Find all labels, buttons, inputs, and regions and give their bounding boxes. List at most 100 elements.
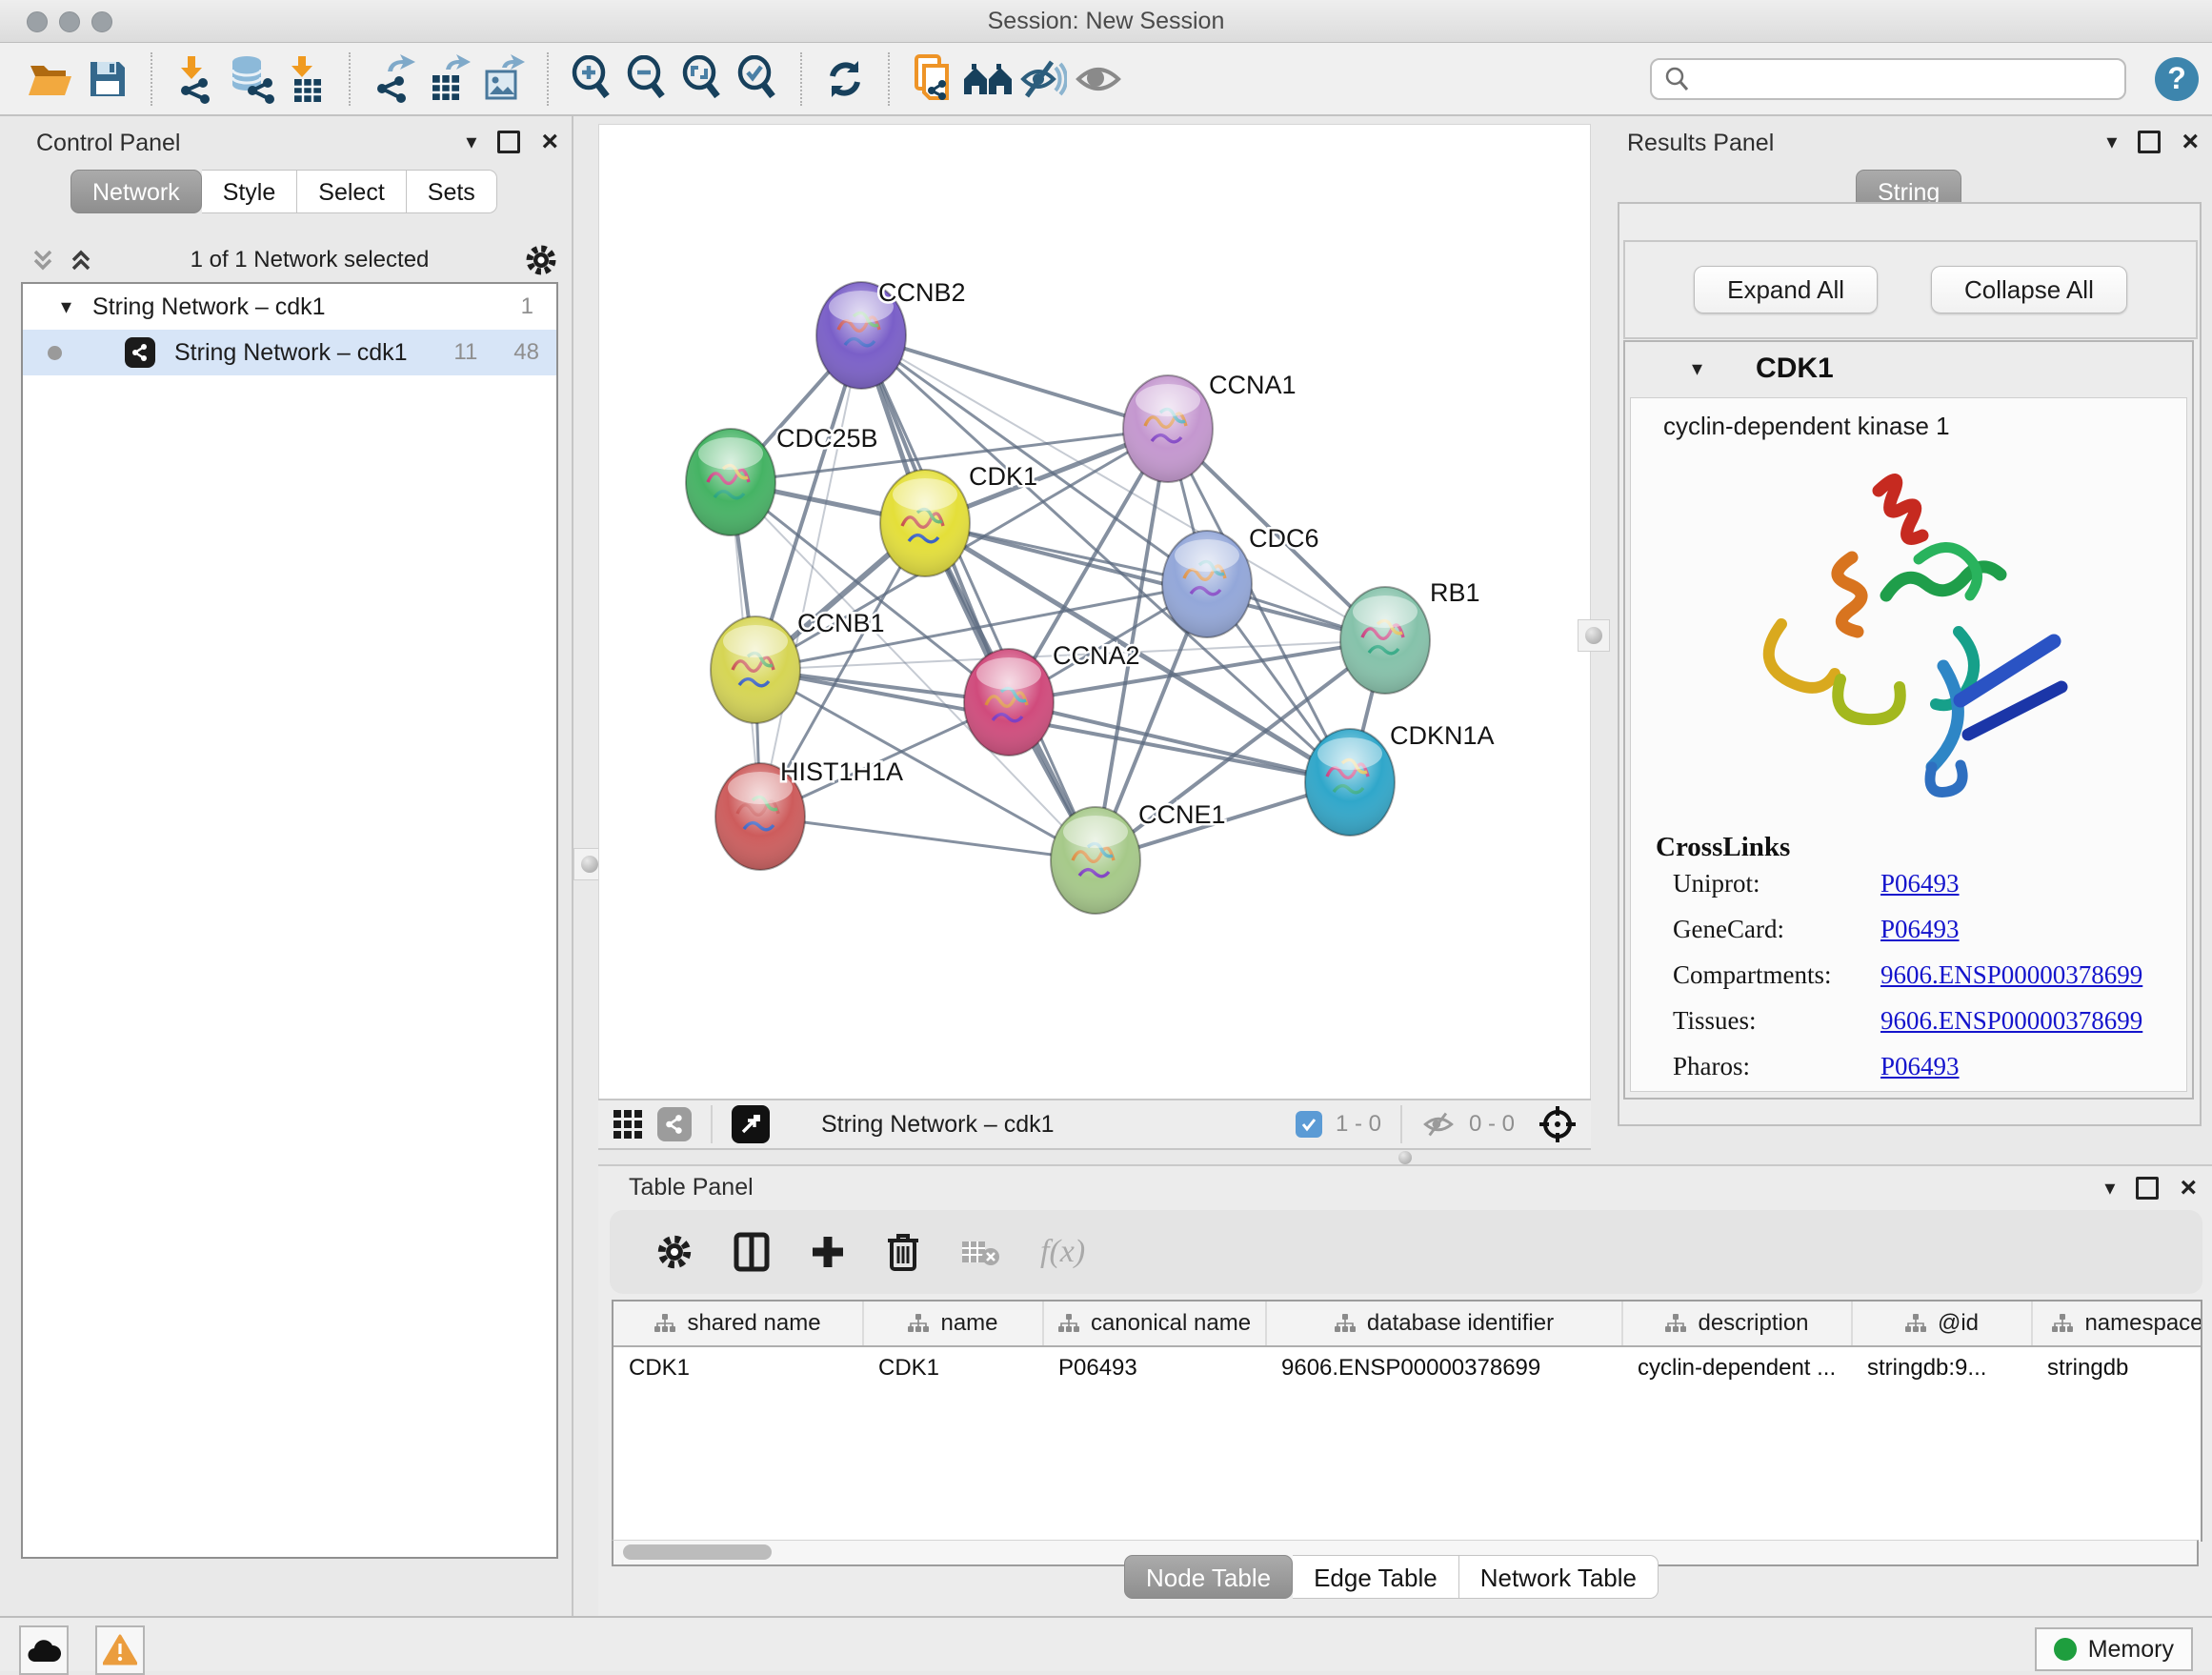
table-panel-close-button[interactable]: × [2180, 1180, 2197, 1197]
collapse-all-icon[interactable] [29, 246, 57, 274]
column-header-database-identifier[interactable]: database identifier [1266, 1302, 1622, 1346]
table-settings-gear-icon[interactable] [655, 1233, 694, 1271]
control-panel-maximize-button[interactable] [497, 131, 520, 153]
collapse-all-button[interactable]: Collapse All [1931, 266, 2127, 313]
node-CDC6[interactable] [1162, 531, 1252, 637]
edge-CCNB2-CCNA1[interactable] [861, 335, 1168, 429]
node-CCNE1[interactable] [1051, 807, 1140, 914]
hidden-eye-slash-icon[interactable] [1421, 1110, 1456, 1139]
add-column-plus-icon[interactable] [810, 1234, 846, 1270]
column-header-shared-name[interactable]: shared name [613, 1302, 863, 1346]
results-panel-float-button[interactable]: ▾ [2106, 130, 2117, 154]
network-options-gear-icon[interactable] [524, 243, 558, 277]
table-panel-float-button[interactable]: ▾ [2104, 1176, 2115, 1201]
warnings-button[interactable] [95, 1625, 145, 1675]
show-all-button[interactable] [1071, 51, 1126, 107]
table-hscrollbar-thumb[interactable] [623, 1544, 772, 1560]
edge-CCNA2-CDKN1A[interactable] [1009, 702, 1350, 782]
results-panel-close-button[interactable]: × [2182, 133, 2199, 151]
protein-section-header[interactable]: ▾ CDK1 [1625, 342, 2192, 395]
node-CDKN1A[interactable] [1305, 729, 1395, 836]
right-splitter-handle[interactable] [1578, 619, 1610, 652]
node-table-header-row: shared namenamecanonical namedatabase id… [613, 1302, 2202, 1346]
network-graph[interactable]: CCNB2CCNA1CDC25BCDK1CDC6RB1CCNB1CCNA2CDK… [599, 125, 1590, 1099]
column-header-namespace[interactable]: namespace [2032, 1302, 2202, 1346]
control-panel-float-button[interactable]: ▾ [466, 130, 476, 154]
network-row-selected[interactable]: String Network – cdk1 11 48 [23, 330, 556, 375]
search-input[interactable] [1699, 65, 2111, 93]
results-panel-maximize-button[interactable] [2138, 131, 2161, 153]
tab-network-table[interactable]: Network Table [1459, 1555, 1659, 1599]
import-network-database-button[interactable] [223, 51, 278, 107]
open-session-button[interactable] [25, 51, 80, 107]
export-network-button[interactable] [366, 51, 421, 107]
refresh-view-button[interactable] [817, 51, 873, 107]
cloud-button[interactable] [19, 1625, 69, 1675]
table-cell[interactable]: CDK1 [613, 1346, 863, 1389]
table-cell[interactable]: stringdb:9... [1852, 1346, 2032, 1389]
table-panel-maximize-button[interactable] [2136, 1177, 2159, 1200]
export-table-button[interactable] [421, 51, 476, 107]
import-network-file-button[interactable] [168, 51, 223, 107]
crosslink-link[interactable]: P06493 [1880, 869, 1960, 898]
hide-selected-button[interactable] [1016, 51, 1071, 107]
node-CDC25B[interactable] [686, 429, 775, 535]
export-image-button[interactable] [476, 51, 532, 107]
table-cell[interactable]: stringdb [2032, 1346, 2202, 1389]
network-collection-row[interactable]: ▾ String Network – cdk1 1 [23, 284, 556, 330]
table-cell[interactable]: 9606.ENSP00000378699 [1266, 1346, 1622, 1389]
zoom-out-button[interactable] [619, 51, 674, 107]
selected-checkbox-icon[interactable] [1296, 1111, 1322, 1138]
expand-all-icon[interactable] [67, 246, 95, 274]
birdseye-navigator-button[interactable] [732, 1105, 770, 1143]
edge-HIST1H1A-CCNE1[interactable] [760, 817, 1096, 860]
table-cell[interactable]: CDK1 [863, 1346, 1043, 1389]
function-builder-button[interactable]: f(x) [1040, 1234, 1085, 1270]
column-header-name[interactable]: name [863, 1302, 1043, 1346]
node-CDK1[interactable] [880, 470, 970, 576]
grid-view-icon[interactable] [612, 1108, 644, 1140]
fit-selection-crosshair-icon[interactable] [1538, 1104, 1578, 1144]
tab-node-table[interactable]: Node Table [1124, 1555, 1293, 1599]
node-RB1[interactable] [1340, 587, 1430, 694]
collection-expand-icon[interactable]: ▾ [61, 294, 71, 319]
crosslink-link[interactable]: P06493 [1880, 1052, 1960, 1081]
tab-edge-table[interactable]: Edge Table [1293, 1555, 1459, 1599]
node-CCNB1[interactable] [711, 616, 800, 723]
delete-table-icon[interactable] [960, 1236, 1000, 1268]
zoom-selected-button[interactable] [730, 51, 785, 107]
crosslink-link[interactable]: P06493 [1880, 915, 1960, 944]
expand-all-button[interactable]: Expand All [1694, 266, 1878, 313]
tab-network[interactable]: Network [70, 170, 202, 213]
first-neighbors-button[interactable] [960, 51, 1016, 107]
node-CCNA1[interactable] [1123, 375, 1213, 482]
save-session-button[interactable] [80, 51, 135, 107]
import-table-button[interactable] [278, 51, 333, 107]
zoom-fit-button[interactable] [674, 51, 730, 107]
crosslink-link[interactable]: 9606.ENSP00000378699 [1880, 960, 2142, 990]
section-collapse-icon[interactable]: ▾ [1692, 356, 1702, 381]
bottom-splitter-handle[interactable] [1389, 1152, 1421, 1163]
table-cell[interactable]: P06493 [1043, 1346, 1266, 1389]
toggle-columns-icon[interactable] [734, 1232, 770, 1272]
zoom-in-button[interactable] [564, 51, 619, 107]
table-cell[interactable]: cyclin-dependent ... [1622, 1346, 1852, 1389]
crosslink-link[interactable]: 9606.ENSP00000378699 [1880, 1006, 2142, 1036]
tab-style[interactable]: Style [202, 170, 298, 213]
network-canvas[interactable]: CCNB2CCNA1CDC25BCDK1CDC6RB1CCNB1CCNA2CDK… [598, 124, 1591, 1100]
clone-network-button[interactable] [905, 51, 960, 107]
control-panel-close-button[interactable]: × [541, 133, 558, 151]
string-badge-icon[interactable] [657, 1107, 692, 1141]
table-row[interactable]: CDK1CDK1P064939606.ENSP00000378699cyclin… [613, 1346, 2202, 1389]
memory-button[interactable]: Memory [2035, 1627, 2193, 1671]
edge-CCNB2-HIST1H1A[interactable] [760, 335, 861, 817]
column-header--id[interactable]: @id [1852, 1302, 2032, 1346]
help-button[interactable]: ? [2155, 57, 2199, 101]
column-header-description[interactable]: description [1622, 1302, 1852, 1346]
tab-select[interactable]: Select [297, 170, 406, 213]
node-label-CCNA2: CCNA2 [1053, 641, 1140, 670]
tab-sets[interactable]: Sets [407, 170, 497, 213]
column-header-canonical-name[interactable]: canonical name [1043, 1302, 1266, 1346]
delete-column-trash-icon[interactable] [886, 1231, 920, 1273]
node-CCNA2[interactable] [964, 649, 1054, 756]
